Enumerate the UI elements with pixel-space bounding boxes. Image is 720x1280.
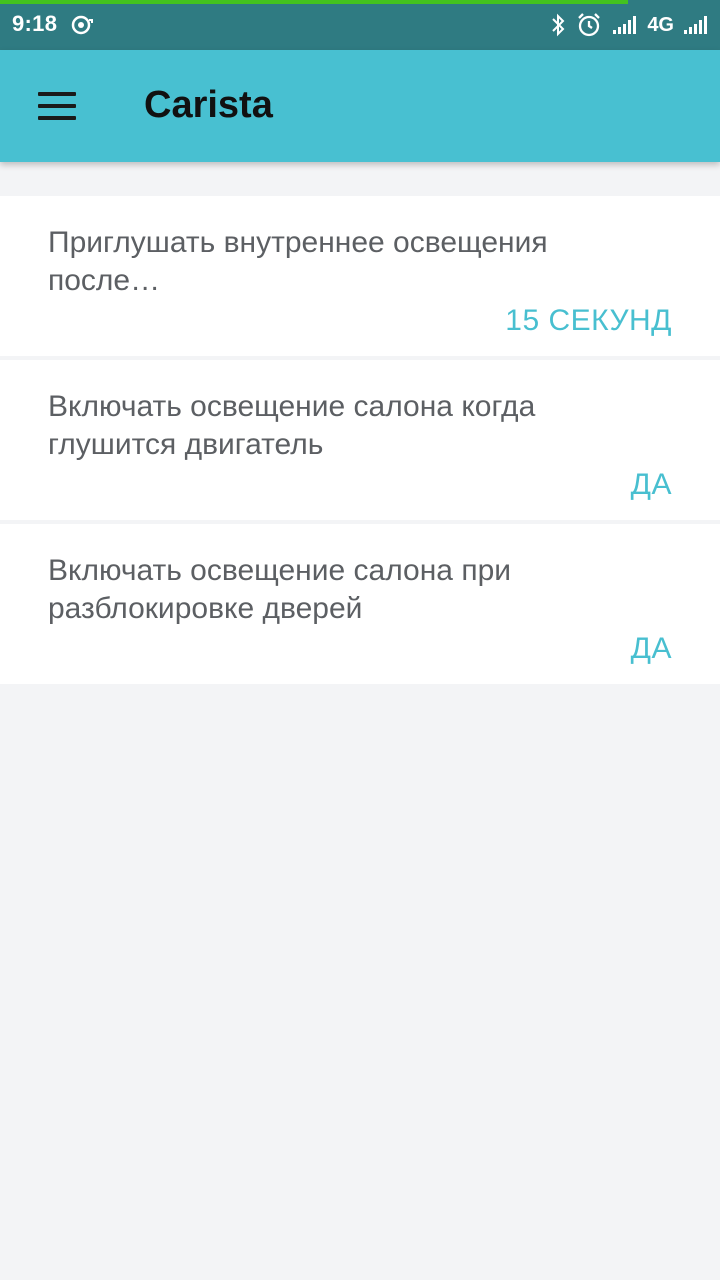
signal-icon	[611, 10, 641, 40]
settings-list: Приглушать внутреннее освещения после… 1…	[0, 196, 720, 688]
app-bar: Carista	[0, 50, 720, 162]
app-title: Carista	[144, 84, 273, 126]
sync-icon	[70, 13, 94, 37]
signal-icon	[682, 10, 712, 40]
setting-item[interactable]: Включать освещение салона когда глушится…	[0, 360, 720, 520]
bluetooth-icon	[549, 10, 567, 40]
download-progress-bar	[0, 0, 628, 4]
setting-value: ДА	[630, 632, 672, 665]
menu-line	[38, 116, 76, 120]
setting-title: Включать освещение салона при разблокиро…	[48, 554, 512, 625]
hamburger-menu-icon[interactable]	[28, 84, 84, 128]
setting-value: 15 СЕКУНД	[505, 304, 672, 337]
setting-title: Включать освещение салона когда глушится…	[48, 390, 536, 461]
menu-line	[38, 92, 76, 96]
setting-value: ДА	[630, 468, 672, 501]
setting-item[interactable]: Приглушать внутреннее освещения после… 1…	[0, 196, 720, 356]
network-4g-icon: 4G	[647, 13, 674, 36]
setting-title: Приглушать внутреннее освещения после…	[48, 226, 548, 297]
status-time: 9:18	[12, 11, 58, 36]
status-bar: 9:18 4G	[0, 0, 720, 50]
status-icons: 4G	[549, 8, 712, 42]
alarm-icon	[575, 10, 603, 40]
menu-line	[38, 104, 76, 108]
setting-item[interactable]: Включать освещение салона при разблокиро…	[0, 524, 720, 684]
